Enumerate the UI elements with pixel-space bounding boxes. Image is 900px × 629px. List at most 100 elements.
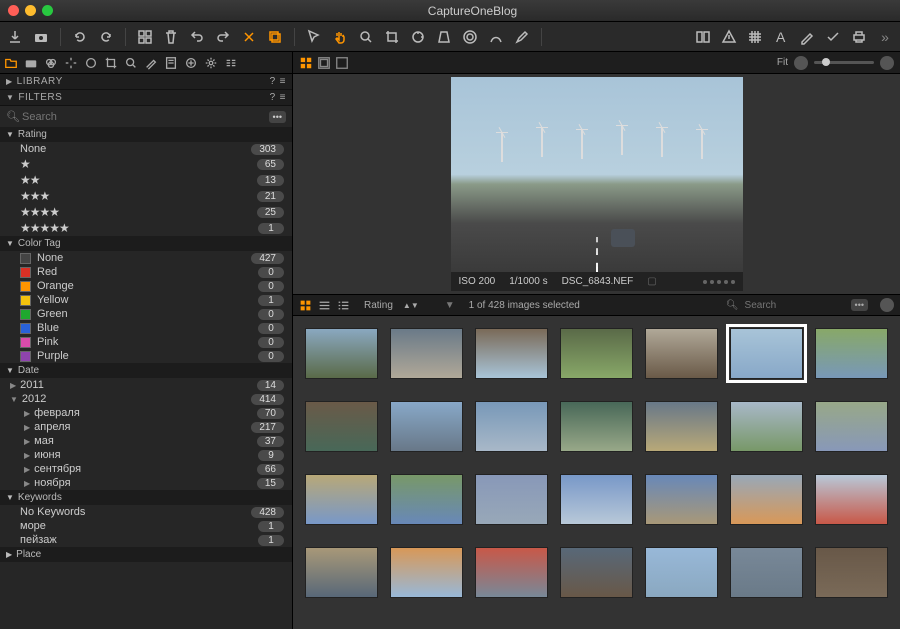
- date-year-row[interactable]: ▼2012414: [0, 392, 292, 406]
- filters-panel-header[interactable]: ▼ FILTERS ?≡: [0, 90, 292, 106]
- date-year-row[interactable]: ▶201114: [0, 378, 292, 392]
- rotate-icon[interactable]: [409, 28, 427, 46]
- keywords-group-header[interactable]: ▼Keywords: [0, 490, 292, 505]
- user-icon[interactable]: [880, 56, 894, 70]
- text-icon[interactable]: A: [772, 28, 790, 46]
- grid-icon[interactable]: [136, 28, 154, 46]
- reset-icon[interactable]: [240, 28, 258, 46]
- thumbnail[interactable]: [815, 547, 888, 598]
- thumbnail[interactable]: [390, 547, 463, 598]
- brush-icon[interactable]: [513, 28, 531, 46]
- thumbnail[interactable]: [390, 401, 463, 452]
- exposure-tab-icon[interactable]: [64, 56, 78, 70]
- keystone-icon[interactable]: [435, 28, 453, 46]
- color-tag-row[interactable]: None427: [0, 251, 292, 265]
- browser-search-options[interactable]: •••: [851, 299, 868, 311]
- thumbnail[interactable]: [560, 328, 633, 379]
- grid-view-button[interactable]: [299, 299, 312, 312]
- rating-row[interactable]: ★★★21: [0, 188, 292, 204]
- grid-view-icon[interactable]: [746, 28, 764, 46]
- help-icon[interactable]: ?: [270, 92, 276, 103]
- thumbnail[interactable]: [730, 328, 803, 379]
- keyword-row[interactable]: море1: [0, 519, 292, 533]
- date-group-header[interactable]: ▼Date: [0, 363, 292, 378]
- thumbnail[interactable]: [475, 401, 548, 452]
- keyword-row[interactable]: No Keywords428: [0, 505, 292, 519]
- date-month-row[interactable]: ▶ноября15: [0, 476, 292, 490]
- settings-tab-icon[interactable]: [204, 56, 218, 70]
- thumbnail[interactable]: [475, 547, 548, 598]
- thumbnail[interactable]: [305, 474, 378, 525]
- color-tag-row[interactable]: Green0: [0, 307, 292, 321]
- thumbnail[interactable]: [730, 474, 803, 525]
- thumbnail[interactable]: [475, 474, 548, 525]
- keyword-row[interactable]: пейзаж1: [0, 533, 292, 547]
- color-tag-row[interactable]: Red0: [0, 265, 292, 279]
- color-tag-row[interactable]: Blue0: [0, 321, 292, 335]
- zoom-icon[interactable]: [357, 28, 375, 46]
- undo-icon[interactable]: [188, 28, 206, 46]
- library-tab-icon[interactable]: [4, 56, 18, 70]
- color-tag-row[interactable]: Orange0: [0, 279, 292, 293]
- single-view-icon[interactable]: [335, 56, 349, 70]
- filmstrip-view-button[interactable]: [337, 299, 350, 312]
- thumbnail[interactable]: [305, 328, 378, 379]
- color-tag-row[interactable]: Pink0: [0, 335, 292, 349]
- mask-icon[interactable]: [487, 28, 505, 46]
- library-panel-header[interactable]: ▶ LIBRARY ?≡: [0, 74, 292, 90]
- color-tag-row[interactable]: Purple0: [0, 349, 292, 363]
- compare-icon[interactable]: [694, 28, 712, 46]
- rating-dots[interactable]: [703, 280, 735, 284]
- thumbnail[interactable]: [645, 401, 718, 452]
- sort-asc-icon[interactable]: ▼: [445, 300, 455, 311]
- minimize-window-button[interactable]: [25, 5, 36, 16]
- color-tab-icon[interactable]: [44, 56, 58, 70]
- details-tab-icon[interactable]: [124, 56, 138, 70]
- rotate-ccw-icon[interactable]: [71, 28, 89, 46]
- import-icon[interactable]: [6, 28, 24, 46]
- proof-profile-icon[interactable]: [794, 56, 808, 70]
- crop-tab-icon[interactable]: [104, 56, 118, 70]
- sort-direction-icon[interactable]: ▲▼: [403, 301, 419, 310]
- date-month-row[interactable]: ▶сентября66: [0, 462, 292, 476]
- batch-tab-icon[interactable]: [224, 56, 238, 70]
- thumbnail[interactable]: [390, 328, 463, 379]
- lens-tab-icon[interactable]: [84, 56, 98, 70]
- close-window-button[interactable]: [8, 5, 19, 16]
- image-viewer[interactable]: ISO 200 1/1000 s DSC_6843.NEF ▢: [293, 74, 900, 294]
- more-icon[interactable]: »: [876, 28, 894, 46]
- rating-row[interactable]: ★★13: [0, 172, 292, 188]
- zoom-slider[interactable]: [814, 61, 874, 64]
- browser-user-icon[interactable]: [880, 298, 894, 312]
- variant-icon[interactable]: [266, 28, 284, 46]
- date-month-row[interactable]: ▶февраля70: [0, 406, 292, 420]
- color-tag-group-header[interactable]: ▼Color Tag: [0, 236, 292, 251]
- trash-icon[interactable]: [162, 28, 180, 46]
- list-view-button[interactable]: [318, 299, 331, 312]
- help-icon[interactable]: ?: [270, 76, 276, 87]
- thumbnail[interactable]: [560, 547, 633, 598]
- thumbnail[interactable]: [305, 547, 378, 598]
- thumbnail[interactable]: [560, 401, 633, 452]
- cursor-icon[interactable]: [305, 28, 323, 46]
- pan-icon[interactable]: [331, 28, 349, 46]
- color-tag-row[interactable]: Yellow1: [0, 293, 292, 307]
- thumbnail[interactable]: [305, 401, 378, 452]
- thumbnail[interactable]: [730, 547, 803, 598]
- thumbnail[interactable]: [560, 474, 633, 525]
- rotate-cw-icon[interactable]: [97, 28, 115, 46]
- thumbnail[interactable]: [815, 474, 888, 525]
- search-options-button[interactable]: •••: [269, 111, 286, 123]
- rating-row[interactable]: None303: [0, 142, 292, 156]
- date-month-row[interactable]: ▶июня9: [0, 448, 292, 462]
- zoom-window-button[interactable]: [42, 5, 53, 16]
- rating-row[interactable]: ★65: [0, 156, 292, 172]
- thumbnail[interactable]: [815, 328, 888, 379]
- primary-view-icon[interactable]: [317, 56, 331, 70]
- check-icon[interactable]: [824, 28, 842, 46]
- thumbnail[interactable]: [390, 474, 463, 525]
- thumbnail[interactable]: [645, 328, 718, 379]
- rating-row[interactable]: ★★★★★1: [0, 220, 292, 236]
- metadata-tab-icon[interactable]: [164, 56, 178, 70]
- thumbnail[interactable]: [645, 547, 718, 598]
